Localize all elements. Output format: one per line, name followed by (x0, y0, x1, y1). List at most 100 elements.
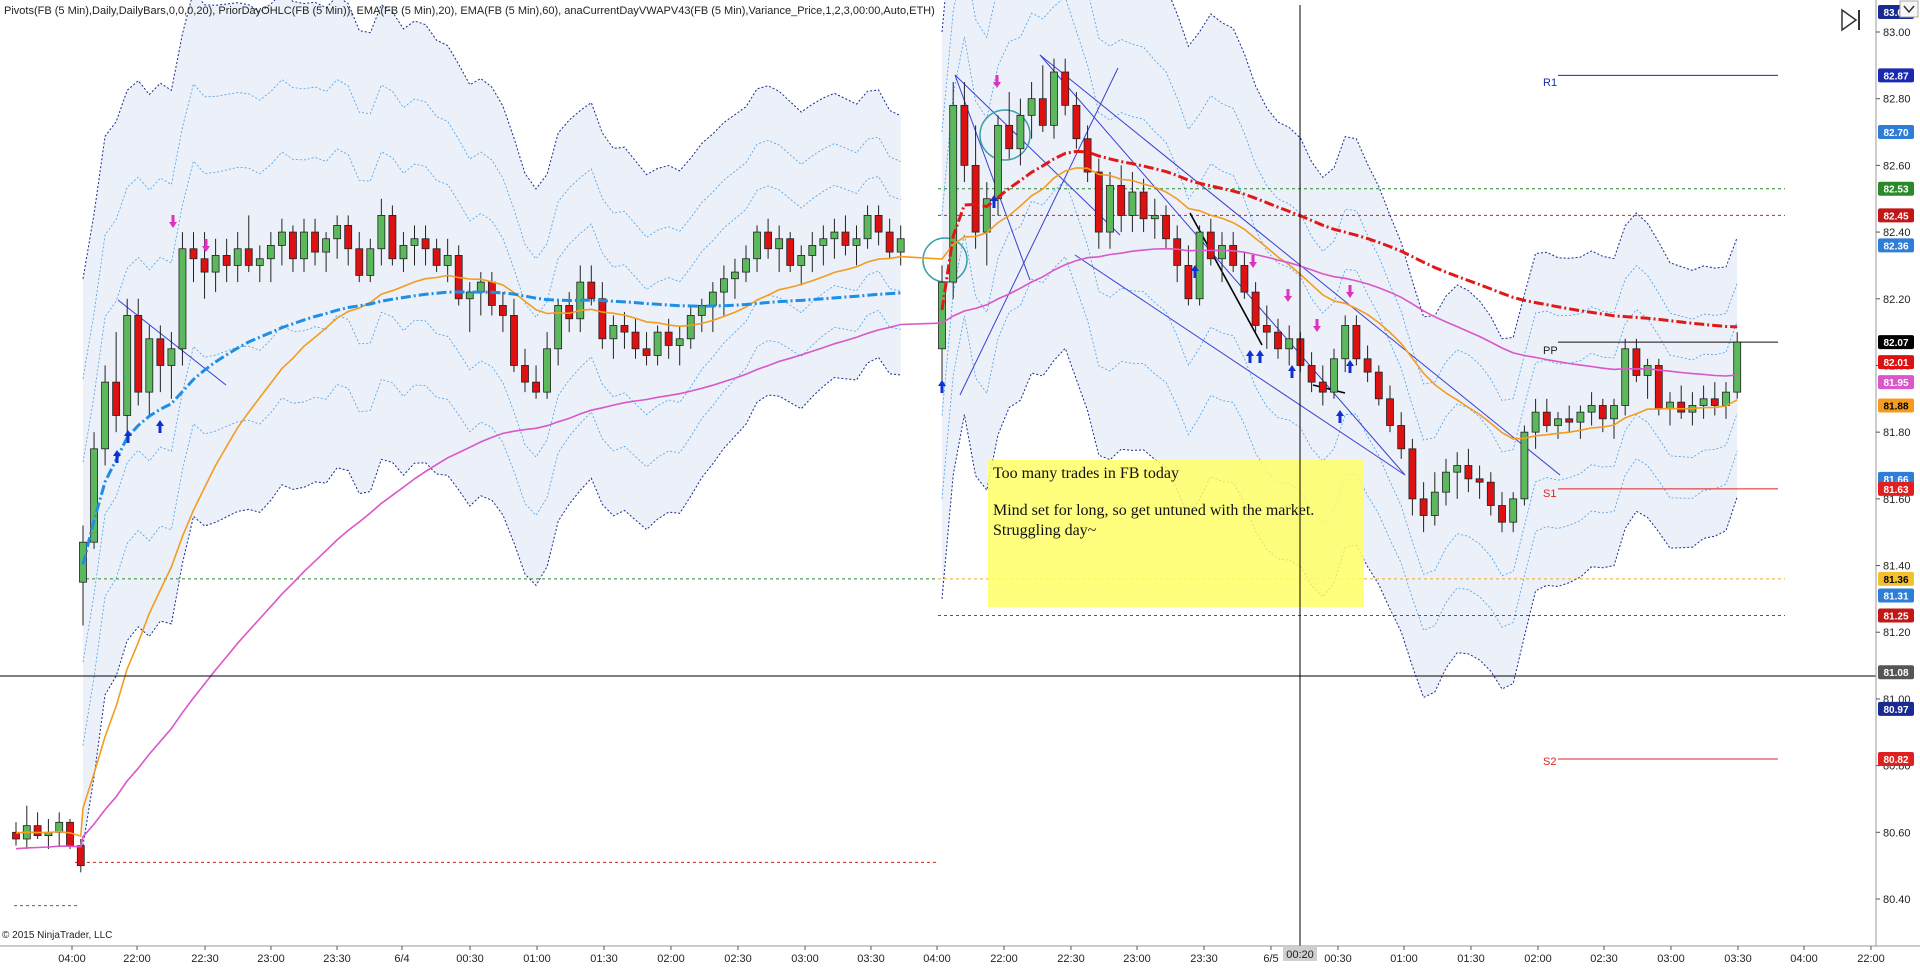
y-tick-label-2: 82.60 (1883, 160, 1911, 172)
candle-body-100 (1139, 191, 1148, 220)
candle-body-75 (830, 231, 839, 240)
scroll-end-icon[interactable] (1841, 8, 1860, 32)
x-tick-label-26: 04:00 (1790, 953, 1818, 965)
candle-body-139 (1576, 411, 1585, 423)
candle-body-121 (1374, 371, 1383, 400)
candle-body-117 (1330, 358, 1338, 393)
candle-body-137 (1554, 418, 1562, 426)
candle-body-115 (1307, 365, 1316, 383)
x-tick-label-12: 03:30 (857, 953, 885, 965)
x-tick-label-18: 6/5 (1263, 953, 1278, 965)
x-tick-label-17: 23:30 (1190, 953, 1218, 965)
candle-body-57 (631, 331, 640, 350)
candle-body-60 (664, 331, 673, 346)
x-tick-label-21: 01:30 (1457, 953, 1485, 965)
x-tick-label-5: 6/4 (394, 953, 409, 965)
pivot-pp-label: PP (1543, 345, 1558, 357)
note-line1: Too many trades in FB today (993, 465, 1179, 482)
candle-body-85 (971, 164, 980, 233)
candle-body-62 (686, 315, 695, 340)
candle-body-71 (786, 238, 795, 266)
y-tick-label-1: 82.80 (1883, 94, 1911, 106)
candle-body-72 (797, 255, 806, 266)
candle-body-11 (123, 315, 132, 416)
price-label-11: 81.63 (1883, 485, 1908, 496)
candle-body-118 (1341, 325, 1350, 360)
candle-body-95 (1083, 138, 1092, 173)
candle-body-80 (885, 231, 894, 253)
price-label-15: 81.08 (1883, 668, 1908, 679)
y-tick-label-13: 80.40 (1883, 894, 1911, 906)
x-tick-label-23: 02:30 (1590, 953, 1618, 965)
price-label-3: 82.53 (1883, 185, 1908, 196)
x-tick-label-14: 22:00 (990, 953, 1018, 965)
candle-body-82 (938, 281, 946, 350)
y-tick-label-3: 82.40 (1883, 227, 1911, 239)
candle-body-92 (1050, 71, 1058, 126)
candle-body-135 (1531, 411, 1540, 433)
candle-body-69 (764, 231, 772, 250)
candle-body-29 (322, 238, 331, 253)
candle-body-13 (145, 338, 154, 393)
candle-body-128 (1453, 465, 1462, 473)
copyright-text: © 2015 NinjaTrader, LLC (2, 930, 112, 941)
x-tick-label-1: 22:00 (123, 953, 151, 965)
candle-body-125 (1419, 498, 1428, 516)
candle-body-45 (498, 305, 507, 316)
candle-body-141 (1598, 405, 1607, 420)
time-axis[interactable]: 04:00 22:00 22:30 23:00 23:30 6/4 00:30 01:00 01… (58, 946, 1885, 965)
price-axis[interactable]: 83.0082.8082.6082.4082.2082.0081.8081.60… (1876, 4, 1914, 906)
y-tick-label-6: 81.80 (1883, 427, 1911, 439)
candle-body-66 (731, 271, 739, 280)
x-tick-label-15: 22:30 (1057, 953, 1085, 965)
candle-body-124 (1408, 448, 1417, 500)
candle-body-32 (355, 248, 364, 276)
candle-body-116 (1318, 381, 1327, 393)
x-tick-label-19: 00:30 (1324, 953, 1352, 965)
band-fill-0 (83, 0, 901, 846)
price-label-7: 82.01 (1883, 358, 1908, 369)
candle-body-68 (753, 231, 761, 260)
candlestick-chart[interactable]: Too many trades in FB today Mind set for… (0, 0, 1920, 969)
candle-body-27 (300, 231, 308, 260)
y-tick-label-4: 82.20 (1883, 294, 1911, 306)
candle-body-54 (598, 298, 607, 340)
price-label-5: 82.36 (1883, 241, 1908, 252)
crosshair-time-badge: 00:20 (1283, 947, 1317, 961)
collapse-arrow-icon[interactable] (1899, 0, 1919, 18)
candle-body-19 (211, 255, 220, 273)
candle-body-107 (1218, 245, 1226, 260)
candle-body-104 (1184, 265, 1193, 300)
candle-body-131 (1486, 481, 1495, 506)
x-tick-label-16: 23:00 (1123, 953, 1151, 965)
candle-body-132 (1498, 505, 1506, 523)
candle-body-151 (1710, 398, 1719, 406)
candle-body-109 (1240, 265, 1249, 293)
candle-body-2 (33, 825, 42, 837)
candle-body-88 (1005, 124, 1014, 150)
candle-body-10 (112, 381, 121, 416)
candle-body-48 (532, 381, 540, 393)
candle-body-87 (994, 124, 1002, 200)
candle-body-96 (1094, 171, 1103, 233)
crosshair-time-label: 00:20 (1286, 949, 1314, 961)
candle-body-84 (960, 104, 969, 166)
candle-body-76 (841, 231, 850, 246)
candle-body-9 (101, 381, 109, 450)
candle-body-106 (1206, 231, 1215, 260)
price-label-14: 81.25 (1883, 612, 1908, 623)
price-label-8: 81.95 (1883, 378, 1908, 389)
candle-body-61 (675, 338, 684, 346)
price-label-2: 82.70 (1883, 128, 1908, 139)
candle-body-38 (421, 238, 430, 250)
x-tick-label-2: 22:30 (191, 953, 219, 965)
candle-body-152 (1722, 391, 1730, 406)
candle-body-91 (1038, 98, 1047, 126)
candle-body-67 (742, 258, 750, 273)
candle-body-123 (1397, 425, 1406, 450)
x-tick-label-25: 03:30 (1724, 953, 1752, 965)
x-tick-label-0: 04:00 (58, 953, 86, 965)
x-tick-label-24: 03:00 (1657, 953, 1685, 965)
candle-body-37 (410, 238, 419, 246)
x-tick-label-13: 04:00 (923, 953, 951, 965)
